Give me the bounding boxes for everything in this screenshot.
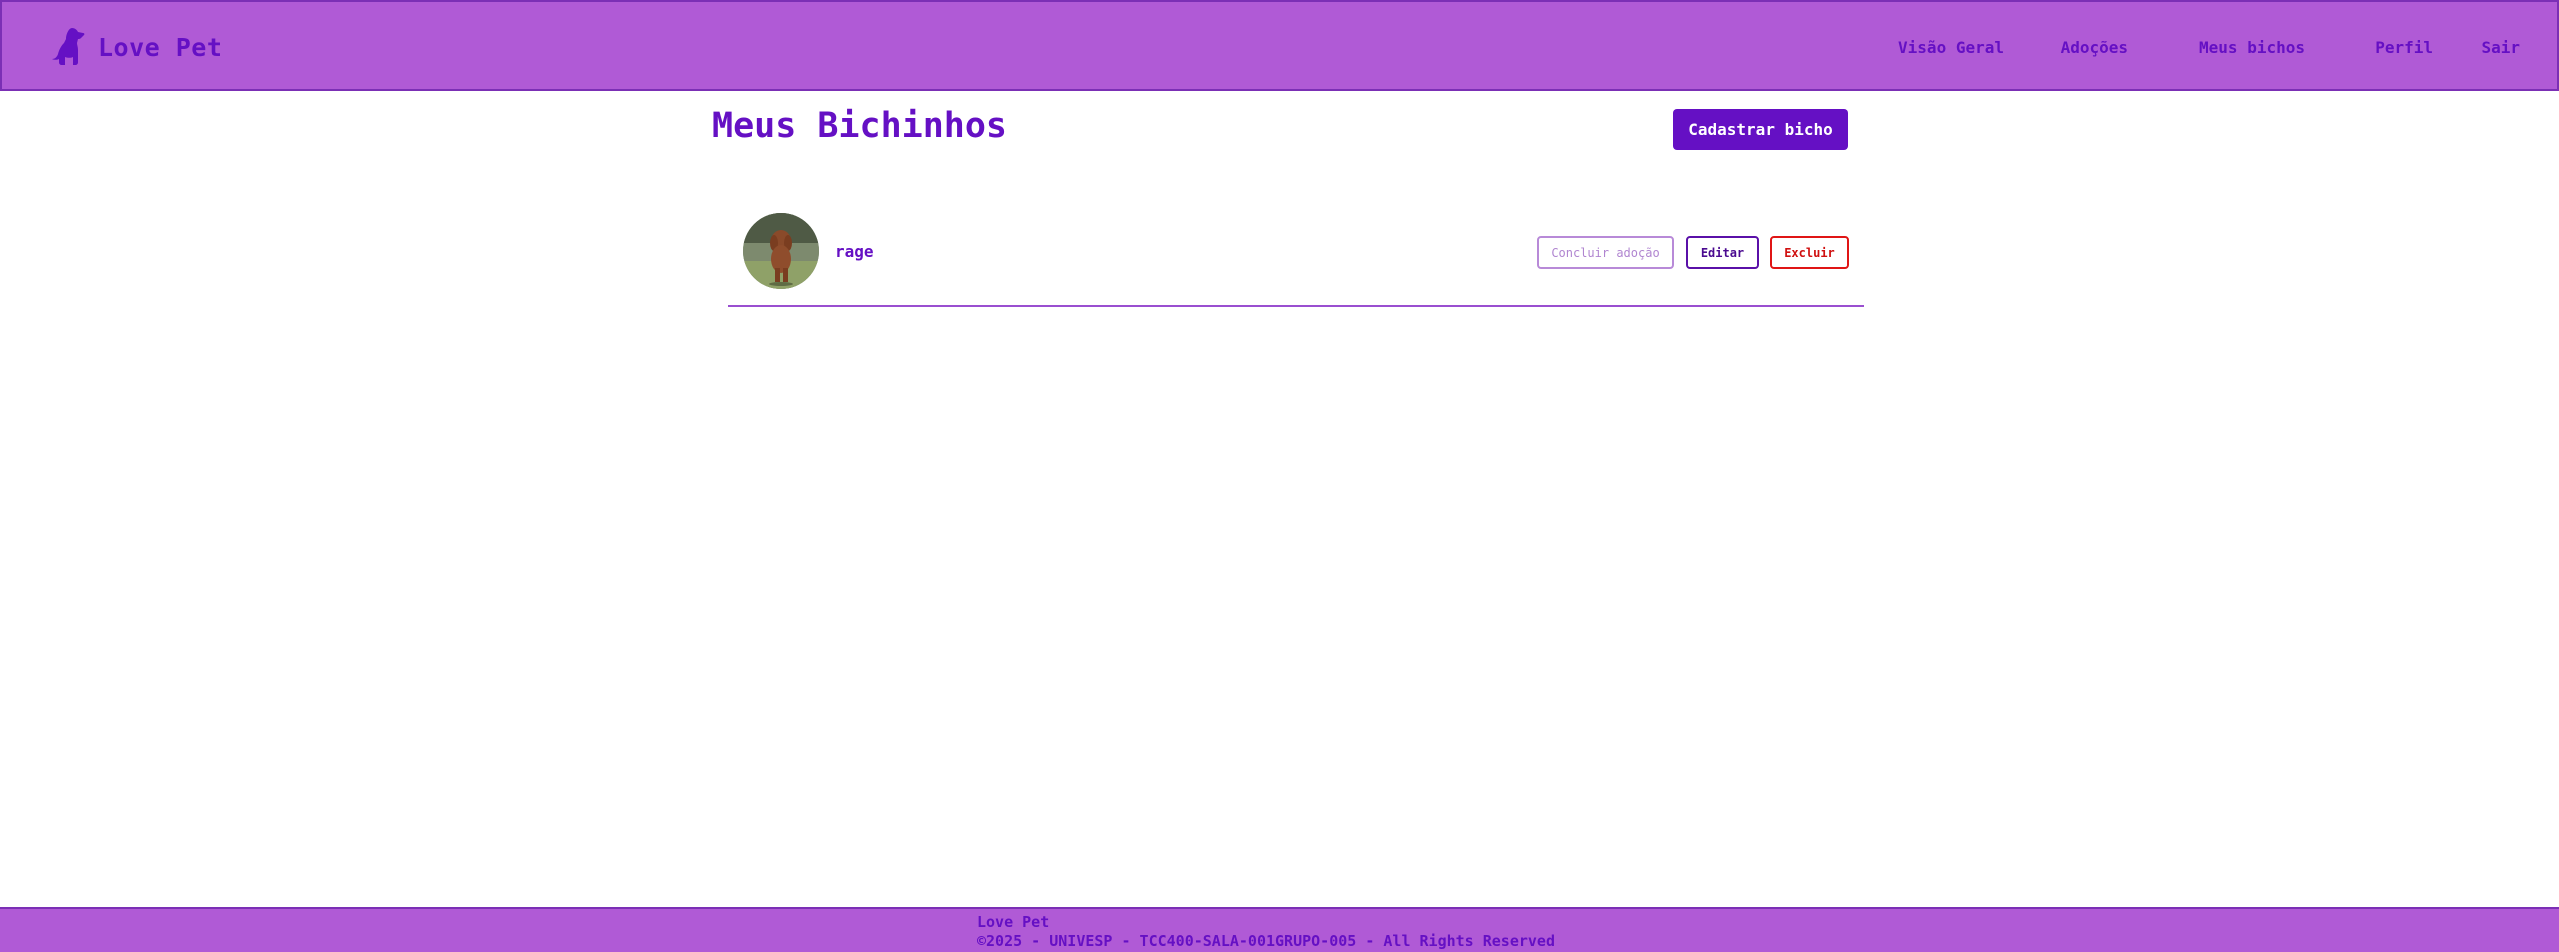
nav-item-visao-geral[interactable]: Visão Geral [1898,38,2004,57]
page-title: Meus Bichinhos [712,106,1008,146]
brand-link[interactable]: Love Pet [50,26,222,68]
pet-avatar [743,213,819,289]
nav-item-adocoes[interactable]: Adoções [2061,38,2128,57]
dog-icon [50,26,86,68]
nav-item-sair[interactable]: Sair [2481,38,2520,57]
delete-button[interactable]: Excluir [1770,236,1849,269]
footer: Love Pet ©2025 - UNIVESP - TCC400-SALA-0… [0,907,2559,952]
brand-name: Love Pet [98,32,223,62]
add-pet-button[interactable]: Cadastrar bicho [1673,109,1848,150]
footer-copyright: ©2025 - UNIVESP - TCC400-SALA-001GRUPO-0… [977,932,1555,950]
pet-list-item: rage Concluir adoção Editar Excluir [728,206,1864,307]
page: Love Pet Visão Geral Adoções Meus bichos… [0,0,2559,952]
conclude-adoption-button[interactable]: Concluir adoção [1537,236,1674,269]
nav-item-perfil[interactable]: Perfil [2375,38,2433,57]
top-navbar: Love Pet Visão Geral Adoções Meus bichos… [0,0,2559,91]
footer-brand: Love Pet [977,913,1050,931]
pet-name: rage [835,242,874,261]
pet-photo [743,213,819,289]
nav-item-meus-bichos[interactable]: Meus bichos [2199,38,2305,57]
edit-button[interactable]: Editar [1686,236,1759,269]
